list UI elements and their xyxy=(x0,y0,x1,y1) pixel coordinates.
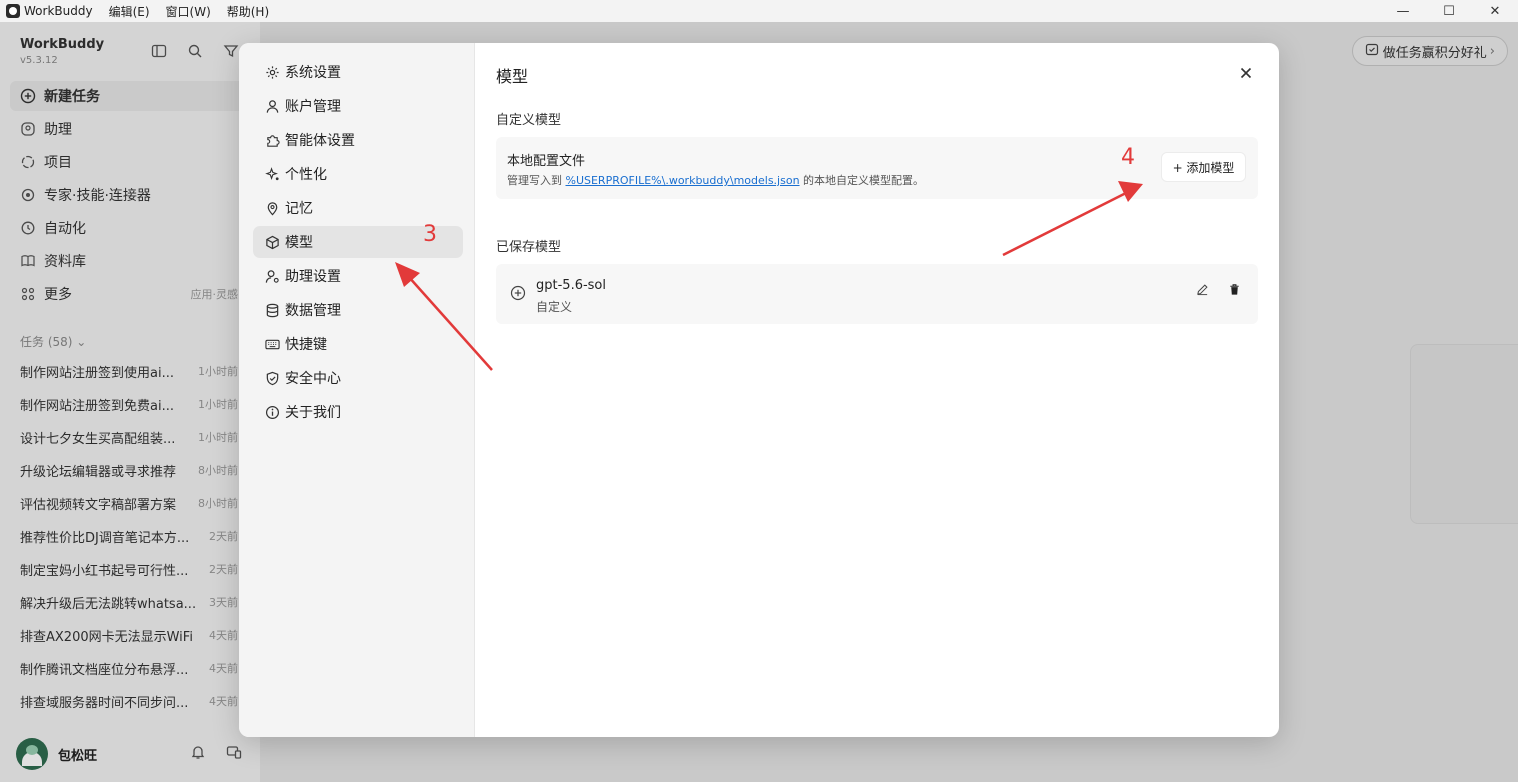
settings-nav-account[interactable]: 账户管理 xyxy=(253,90,463,122)
info-icon xyxy=(264,404,280,420)
settings-nav-label: 账户管理 xyxy=(285,99,341,115)
keyboard-icon xyxy=(264,336,280,352)
settings-nav-data[interactable]: 数据管理 xyxy=(253,294,463,326)
app-title: WorkBuddy xyxy=(24,4,93,18)
close-window-button[interactable]: ✕ xyxy=(1472,0,1518,22)
close-modal-button[interactable] xyxy=(1236,63,1256,83)
close-icon xyxy=(1240,67,1252,79)
settings-nav-label: 安全中心 xyxy=(285,371,341,387)
pin-icon xyxy=(264,200,280,216)
database-icon xyxy=(264,302,280,318)
menu-window[interactable]: 窗口(W) xyxy=(166,3,211,20)
gear-icon xyxy=(264,64,280,80)
saved-models-label: 已保存模型 xyxy=(496,240,562,255)
settings-nav-label: 系统设置 xyxy=(285,65,341,81)
trash-icon[interactable] xyxy=(1226,281,1242,297)
shield-icon xyxy=(264,370,280,386)
edit-icon[interactable] xyxy=(1194,281,1210,297)
annotation-number-4: 4 xyxy=(1121,145,1135,170)
desc-prefix: 管理写入到 xyxy=(507,174,566,187)
menu-edit[interactable]: 编辑(E) xyxy=(109,3,150,20)
window-controls: — ☐ ✕ xyxy=(1380,0,1518,22)
cube-icon xyxy=(264,234,280,250)
settings-nav-label: 个性化 xyxy=(285,167,327,183)
settings-nav-system[interactable]: 系统设置 xyxy=(253,56,463,88)
title-bar: WorkBuddy 编辑(E) 窗口(W) 帮助(H) — ☐ ✕ xyxy=(0,0,1518,22)
settings-nav-label: 记忆 xyxy=(285,201,313,217)
annotation-number-3: 3 xyxy=(423,222,437,247)
model-type: 自定义 xyxy=(536,300,573,314)
local-config-card: 本地配置文件 管理写入到 %USERPROFILE%\.workbuddy\mo… xyxy=(496,137,1258,199)
settings-content: 模型 自定义模型 本地配置文件 管理写入到 %USERPROFILE%\.wor… xyxy=(476,43,1279,737)
settings-nav-security[interactable]: 安全中心 xyxy=(253,362,463,394)
model-name: gpt-5.6-sol xyxy=(536,278,606,293)
minimize-button[interactable]: — xyxy=(1380,0,1426,22)
settings-nav-about[interactable]: 关于我们 xyxy=(253,396,463,428)
settings-nav-assistant[interactable]: 助理设置 xyxy=(253,260,463,292)
settings-nav-memory[interactable]: 记忆 xyxy=(253,192,463,224)
saved-model-row[interactable]: gpt-5.6-sol 自定义 xyxy=(496,264,1258,324)
menu-help[interactable]: 帮助(H) xyxy=(227,3,269,20)
settings-nav-label: 智能体设置 xyxy=(285,133,355,149)
user-gear-icon xyxy=(264,268,280,284)
settings-nav-label: 数据管理 xyxy=(285,303,341,319)
settings-nav-agent[interactable]: 智能体设置 xyxy=(253,124,463,156)
settings-nav: 系统设置 账户管理 智能体设置 个性化 记忆 模型 助理设置 数据管理 快捷键 … xyxy=(239,43,475,737)
settings-nav-label: 模型 xyxy=(285,235,313,251)
settings-nav-personalize[interactable]: 个性化 xyxy=(253,158,463,190)
desc-suffix: 的本地自定义模型配置。 xyxy=(799,174,925,187)
config-file-link[interactable]: %USERPROFILE%\.workbuddy\models.json xyxy=(566,174,800,187)
local-config-title: 本地配置文件 xyxy=(507,154,586,169)
plus-circle-icon[interactable] xyxy=(510,285,526,301)
add-model-button[interactable]: + 添加模型 xyxy=(1161,152,1246,182)
settings-nav-label: 助理设置 xyxy=(285,269,341,285)
page-title: 模型 xyxy=(496,67,529,86)
custom-models-label: 自定义模型 xyxy=(496,113,562,128)
settings-nav-label: 快捷键 xyxy=(285,337,327,353)
sparkle-icon xyxy=(264,166,280,182)
local-config-desc: 管理写入到 %USERPROFILE%\.workbuddy\models.js… xyxy=(507,172,924,188)
puzzle-icon xyxy=(264,132,280,148)
app-logo-icon xyxy=(6,4,20,18)
user-icon xyxy=(264,98,280,114)
settings-nav-label: 关于我们 xyxy=(285,405,341,421)
maximize-button[interactable]: ☐ xyxy=(1426,0,1472,22)
settings-nav-shortcuts[interactable]: 快捷键 xyxy=(253,328,463,360)
